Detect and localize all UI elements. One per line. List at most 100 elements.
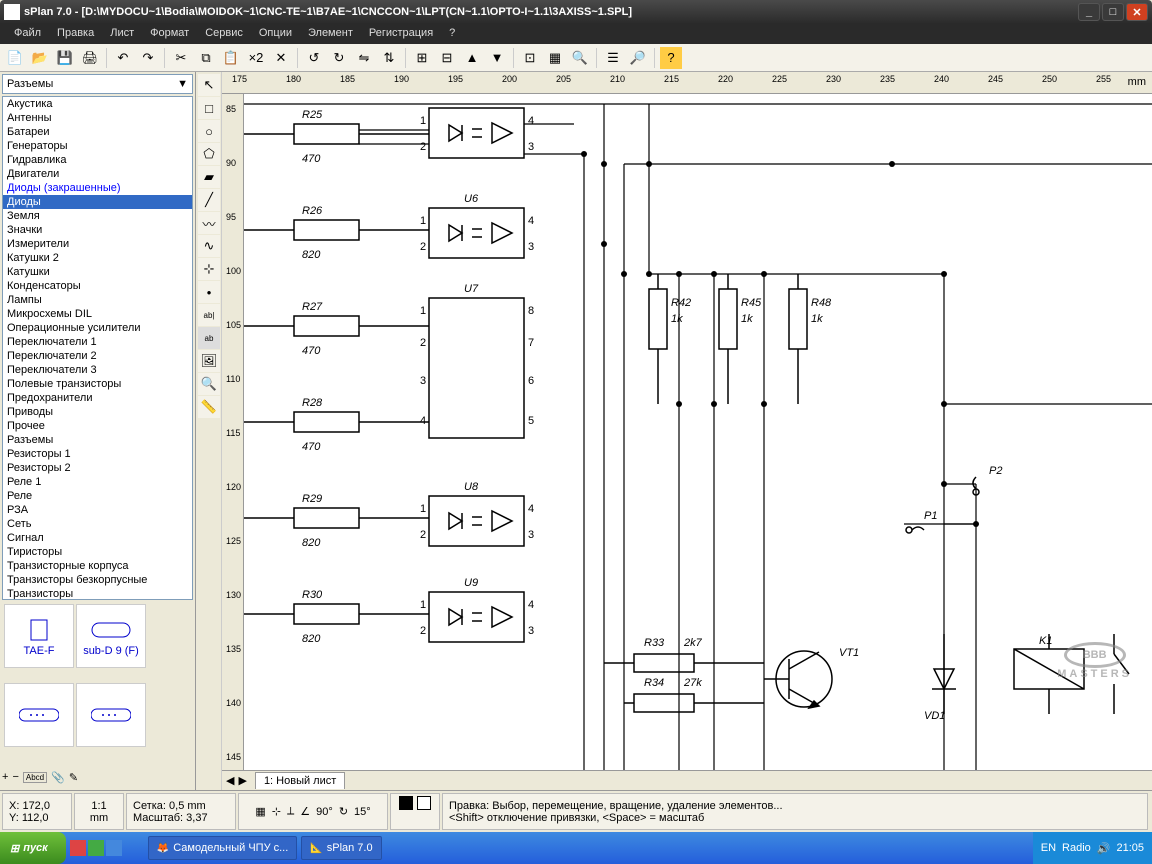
- list-item[interactable]: Прочее: [3, 419, 192, 433]
- ungroup-icon[interactable]: ⊟: [436, 47, 458, 69]
- delete-icon[interactable]: ✕: [270, 47, 292, 69]
- menu-item[interactable]: Сервис: [197, 24, 251, 44]
- undo-icon[interactable]: ↶: [112, 47, 134, 69]
- menu-item[interactable]: Регистрация: [361, 24, 441, 44]
- preview-item[interactable]: sub-D 9 (F): [76, 604, 146, 668]
- list-item[interactable]: Конденсаторы: [3, 279, 192, 293]
- bezier-tool-icon[interactable]: ∿: [198, 235, 220, 257]
- menu-item[interactable]: Файл: [6, 24, 49, 44]
- system-tray[interactable]: EN Radio 🔊 21:05: [1033, 832, 1152, 864]
- list-item[interactable]: Антенны: [3, 111, 192, 125]
- list-item[interactable]: Катушки: [3, 265, 192, 279]
- list-item[interactable]: Измерители: [3, 237, 192, 251]
- copy-icon[interactable]: ⧉: [195, 47, 217, 69]
- schematic-canvas[interactable]: R25470R26820R27470R28470R29820R30820 1 2…: [244, 94, 1152, 770]
- minimize-button[interactable]: _: [1078, 3, 1100, 21]
- circle-tool-icon[interactable]: ○: [198, 120, 220, 142]
- color1-icon[interactable]: [399, 796, 413, 810]
- preview-item[interactable]: [76, 683, 146, 747]
- fill-tool-icon[interactable]: ▰: [198, 166, 220, 188]
- menu-item[interactable]: Формат: [142, 24, 197, 44]
- list-item[interactable]: Генераторы: [3, 139, 192, 153]
- node-tool-icon[interactable]: ⊹: [198, 258, 220, 280]
- list-item[interactable]: Двигатели: [3, 167, 192, 181]
- list-item[interactable]: Микросхемы DIL: [3, 307, 192, 321]
- preview-item[interactable]: TAE-F: [4, 604, 74, 668]
- list-item[interactable]: Резисторы 1: [3, 447, 192, 461]
- dot-tool-icon[interactable]: •: [198, 281, 220, 303]
- list-item[interactable]: Операционные усилители: [3, 321, 192, 335]
- maximize-button[interactable]: □: [1102, 3, 1124, 21]
- menu-item[interactable]: Элемент: [300, 24, 361, 44]
- edit-icon[interactable]: ✎: [69, 771, 78, 784]
- pointer-tool-icon[interactable]: ↖: [198, 74, 220, 96]
- abcd-icon[interactable]: Abcd: [23, 772, 47, 783]
- plus-icon[interactable]: +: [2, 771, 8, 783]
- ortho-icon[interactable]: ⟂: [287, 805, 294, 818]
- color2-icon[interactable]: [417, 796, 431, 810]
- list-item[interactable]: Лампы: [3, 293, 192, 307]
- task-item[interactable]: 🦊 Самодельный ЧПУ с...: [148, 836, 298, 860]
- help-icon[interactable]: ?: [660, 47, 682, 69]
- grid-toggle-icon[interactable]: ▦: [255, 805, 265, 818]
- back-icon[interactable]: ▼: [486, 47, 508, 69]
- minus-icon[interactable]: −: [12, 771, 18, 783]
- list-item[interactable]: Диоды: [3, 195, 192, 209]
- list-item[interactable]: Транзисторы: [3, 587, 192, 600]
- menu-item[interactable]: Опции: [251, 24, 300, 44]
- list-item[interactable]: Предохранители: [3, 391, 192, 405]
- menu-item[interactable]: Правка: [49, 24, 102, 44]
- list-item[interactable]: Реле 1: [3, 475, 192, 489]
- zoom-icon[interactable]: 🔎: [627, 47, 649, 69]
- list-item[interactable]: Диоды (закрашенные): [3, 181, 192, 195]
- list-item[interactable]: Транзисторные корпуса: [3, 559, 192, 573]
- list-icon[interactable]: ☰: [602, 47, 624, 69]
- zoom-tool-icon[interactable]: 🔍: [198, 373, 220, 395]
- list-item[interactable]: Акустика: [3, 97, 192, 111]
- category-list[interactable]: АкустикаАнтенныБатареиГенераторыГидравли…: [2, 96, 193, 600]
- save-icon[interactable]: 💾: [54, 47, 76, 69]
- list-item[interactable]: Гидравлика: [3, 153, 192, 167]
- list-item[interactable]: Переключатели 2: [3, 349, 192, 363]
- measure-tool-icon[interactable]: 📏: [198, 396, 220, 418]
- list-item[interactable]: Тиристоры: [3, 545, 192, 559]
- start-button[interactable]: ⊞пуск: [0, 832, 66, 864]
- menu-item[interactable]: Лист: [102, 24, 142, 44]
- menu-item[interactable]: ?: [441, 24, 463, 44]
- poly-tool-icon[interactable]: ⬠: [198, 143, 220, 165]
- front-icon[interactable]: ▲: [461, 47, 483, 69]
- grid-icon[interactable]: ▦: [544, 47, 566, 69]
- textlabel-tool-icon[interactable]: ab|: [198, 304, 220, 326]
- list-item[interactable]: Реле: [3, 489, 192, 503]
- list-item[interactable]: Переключатели 3: [3, 363, 192, 377]
- fliph-icon[interactable]: ⇋: [353, 47, 375, 69]
- list-item[interactable]: Разъемы: [3, 433, 192, 447]
- cut-icon[interactable]: ✂: [170, 47, 192, 69]
- open-icon[interactable]: 📂: [29, 47, 51, 69]
- flipv-icon[interactable]: ⇅: [378, 47, 400, 69]
- print-icon[interactable]: 🖨: [79, 47, 101, 69]
- list-item[interactable]: Значки: [3, 223, 192, 237]
- list-item[interactable]: Катушки 2: [3, 251, 192, 265]
- clip-icon[interactable]: 📎: [51, 771, 65, 784]
- group-icon[interactable]: ⊞: [411, 47, 433, 69]
- image-tool-icon[interactable]: 🖼: [198, 350, 220, 372]
- list-item[interactable]: РЗА: [3, 503, 192, 517]
- list-item[interactable]: Земля: [3, 209, 192, 223]
- rotl-icon[interactable]: ↺: [303, 47, 325, 69]
- rect-tool-icon[interactable]: □: [198, 97, 220, 119]
- snap-toggle-icon[interactable]: ⊹: [272, 805, 281, 818]
- list-item[interactable]: Приводы: [3, 405, 192, 419]
- snap-icon[interactable]: ⊡: [519, 47, 541, 69]
- paste-icon[interactable]: 📋: [220, 47, 242, 69]
- sheet-tab[interactable]: 1: Новый лист: [255, 772, 345, 789]
- list-item[interactable]: Полевые транзисторы: [3, 377, 192, 391]
- close-button[interactable]: ✕: [1126, 3, 1148, 21]
- list-item[interactable]: Транзисторы безкорпусные: [3, 573, 192, 587]
- list-item[interactable]: Батареи: [3, 125, 192, 139]
- list-item[interactable]: Резисторы 2: [3, 461, 192, 475]
- preview-item[interactable]: [4, 683, 74, 747]
- category-combo[interactable]: Разъемы▼: [2, 74, 193, 94]
- volume-icon[interactable]: 🔊: [1097, 842, 1111, 855]
- dup-icon[interactable]: ×2: [245, 47, 267, 69]
